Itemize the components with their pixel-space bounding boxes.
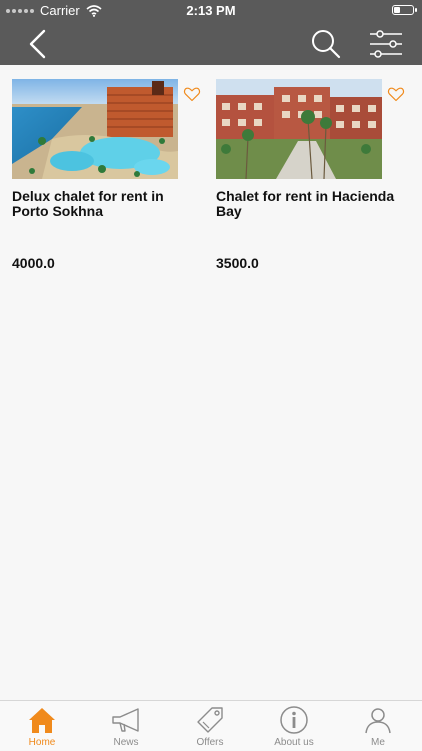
- status-time: 2:13 PM: [186, 3, 236, 18]
- tab-label: Offers: [196, 737, 224, 748]
- tab-news[interactable]: News: [84, 701, 168, 751]
- listing-grid: Delux chalet for rent in Porto Sokhna 40…: [0, 65, 422, 700]
- tab-offers[interactable]: Offers: [168, 701, 252, 751]
- listing-price: 4000.0: [12, 255, 55, 271]
- nav-bar: [0, 22, 422, 65]
- tab-bar: Home News Offers About us Me: [0, 700, 422, 750]
- tab-about-us[interactable]: About us: [252, 701, 336, 751]
- tab-label: About us: [274, 737, 314, 748]
- info-icon: [280, 706, 308, 734]
- home-icon: [29, 708, 55, 733]
- tab-label: News: [113, 737, 139, 748]
- tab-label: Home: [28, 737, 56, 748]
- listing-image-porto-sokhna[interactable]: [12, 79, 178, 179]
- listing-image-hacienda-bay[interactable]: [216, 79, 382, 179]
- listing-title[interactable]: Delux chalet for rent in Porto Sokhna: [12, 189, 202, 219]
- battery-icon: [392, 5, 417, 15]
- sliders-icon[interactable]: [368, 28, 404, 60]
- megaphone-icon: [112, 708, 139, 732]
- search-icon[interactable]: [308, 26, 344, 62]
- tab-home[interactable]: Home: [0, 701, 84, 751]
- chevron-left-icon[interactable]: [18, 28, 58, 60]
- listing-title[interactable]: Chalet for rent in Hacienda Bay: [216, 189, 406, 219]
- tag-icon: [197, 707, 223, 733]
- listing-price: 3500.0: [216, 255, 259, 271]
- person-icon: [365, 708, 391, 734]
- tab-me[interactable]: Me: [336, 701, 420, 751]
- tab-label: Me: [371, 737, 385, 748]
- status-bar: Carrier 2:13 PM: [0, 0, 422, 22]
- heart-icon[interactable]: [183, 85, 201, 103]
- top-bar: Carrier 2:13 PM: [0, 0, 422, 65]
- heart-icon[interactable]: [387, 85, 405, 103]
